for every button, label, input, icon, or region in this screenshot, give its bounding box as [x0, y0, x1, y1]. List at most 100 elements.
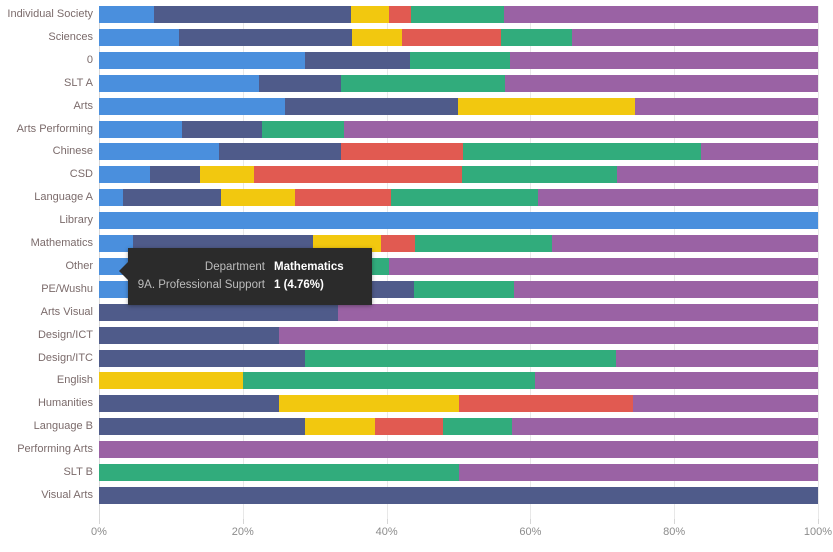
bar-row[interactable]: [99, 372, 818, 390]
bar-segment[interactable]: [221, 189, 296, 207]
bar-segment[interactable]: [304, 418, 376, 436]
bar-segment[interactable]: [700, 143, 818, 161]
bar-segment[interactable]: [615, 349, 818, 367]
bar-segment[interactable]: [352, 28, 402, 46]
bar-row[interactable]: [99, 189, 818, 207]
bar-segment[interactable]: [344, 120, 818, 138]
bar-segment[interactable]: [99, 120, 182, 138]
bar-segment[interactable]: [99, 303, 339, 321]
bar-segment[interactable]: [340, 74, 506, 92]
bar-segment[interactable]: [295, 189, 391, 207]
y-axis-label: 0: [86, 53, 93, 66]
bar-segment[interactable]: [99, 349, 305, 367]
bar-segment[interactable]: [635, 97, 818, 115]
bar-segment[interactable]: [304, 349, 616, 367]
bar-segment[interactable]: [123, 189, 222, 207]
bar-row[interactable]: [99, 97, 818, 115]
bar-segment[interactable]: [413, 280, 514, 298]
bar-row[interactable]: [99, 303, 818, 321]
bar-segment[interactable]: [99, 441, 818, 459]
bar-segment[interactable]: [462, 143, 701, 161]
bar-segment[interactable]: [388, 257, 818, 275]
bar-row[interactable]: [99, 326, 818, 344]
bar-segment[interactable]: [505, 74, 818, 92]
bar-segment[interactable]: [99, 74, 259, 92]
bar-segment[interactable]: [99, 143, 220, 161]
x-axis-tick: [99, 519, 100, 524]
bar-segment[interactable]: [219, 143, 341, 161]
bar-segment[interactable]: [304, 51, 411, 69]
bar-row[interactable]: [99, 166, 818, 184]
y-axis-label: SLT A: [64, 76, 93, 89]
bar-segment[interactable]: [99, 418, 305, 436]
x-axis-label: 20%: [231, 526, 254, 538]
bar-segment[interactable]: [513, 280, 818, 298]
bar-segment[interactable]: [381, 235, 416, 252]
bar-row[interactable]: [99, 395, 818, 413]
bar-segment[interactable]: [181, 120, 263, 138]
bar-row[interactable]: [99, 418, 818, 436]
bar-segment[interactable]: [458, 395, 634, 413]
bar-segment[interactable]: [99, 28, 179, 46]
bar-segment[interactable]: [390, 189, 538, 207]
bar-segment[interactable]: [99, 166, 151, 184]
bar-segment[interactable]: [99, 464, 459, 481]
bar-segment[interactable]: [99, 326, 279, 344]
bar-segment[interactable]: [616, 166, 818, 184]
bar-segment[interactable]: [99, 189, 124, 207]
bar-segment[interactable]: [278, 326, 818, 344]
bar-segment[interactable]: [242, 372, 535, 390]
bar-segment[interactable]: [258, 74, 341, 92]
bar-row[interactable]: [99, 349, 818, 367]
y-axis-label: Language A: [34, 191, 93, 204]
bar-segment[interactable]: [99, 372, 243, 390]
bar-segment[interactable]: [99, 51, 305, 69]
bar-segment[interactable]: [388, 6, 412, 23]
bar-segment[interactable]: [262, 120, 345, 138]
bar-segment[interactable]: [350, 6, 389, 23]
bar-row[interactable]: [99, 51, 818, 69]
bar-segment[interactable]: [150, 166, 201, 184]
bar-segment[interactable]: [178, 28, 353, 46]
bar-row[interactable]: [99, 441, 818, 459]
bar-segment[interactable]: [99, 395, 279, 413]
bar-segment[interactable]: [500, 28, 573, 46]
bar-segment[interactable]: [411, 6, 505, 23]
bar-row[interactable]: [99, 486, 818, 504]
bar-segment[interactable]: [338, 303, 818, 321]
bar-segment[interactable]: [551, 235, 818, 252]
bar-segment[interactable]: [572, 28, 818, 46]
bar-segment[interactable]: [443, 418, 513, 436]
bar-segment[interactable]: [99, 97, 286, 115]
bar-segment[interactable]: [200, 166, 255, 184]
bar-segment[interactable]: [99, 486, 818, 504]
bar-segment[interactable]: [340, 143, 463, 161]
bar-segment[interactable]: [510, 51, 818, 69]
bar-row[interactable]: [99, 74, 818, 92]
bar-row[interactable]: [99, 143, 818, 161]
y-axis: Individual Society Sciences 0 SLT A Arts Arts…: [0, 6, 93, 519]
bar-row[interactable]: [99, 28, 818, 46]
bar-segment[interactable]: [458, 464, 818, 481]
bar-row[interactable]: [99, 464, 818, 481]
bar-segment[interactable]: [99, 6, 155, 23]
bar-segment[interactable]: [537, 189, 818, 207]
bar-segment[interactable]: [462, 166, 617, 184]
bar-segment[interactable]: [154, 6, 351, 23]
bar-segment[interactable]: [278, 395, 459, 413]
bar-segment[interactable]: [285, 97, 459, 115]
bar-segment[interactable]: [415, 235, 552, 252]
bar-row[interactable]: [99, 6, 818, 23]
bar-segment[interactable]: [401, 28, 501, 46]
bar-segment[interactable]: [512, 418, 818, 436]
bar-segment[interactable]: [254, 166, 463, 184]
bar-segment[interactable]: [410, 51, 511, 69]
bar-segment[interactable]: [375, 418, 444, 436]
bar-row[interactable]: [99, 120, 818, 138]
bar-segment[interactable]: [534, 372, 818, 390]
bar-segment[interactable]: [633, 395, 818, 413]
bar-segment[interactable]: [504, 6, 818, 23]
bar-row[interactable]: [99, 212, 818, 230]
bar-segment[interactable]: [458, 97, 636, 115]
bar-segment[interactable]: [99, 212, 818, 230]
